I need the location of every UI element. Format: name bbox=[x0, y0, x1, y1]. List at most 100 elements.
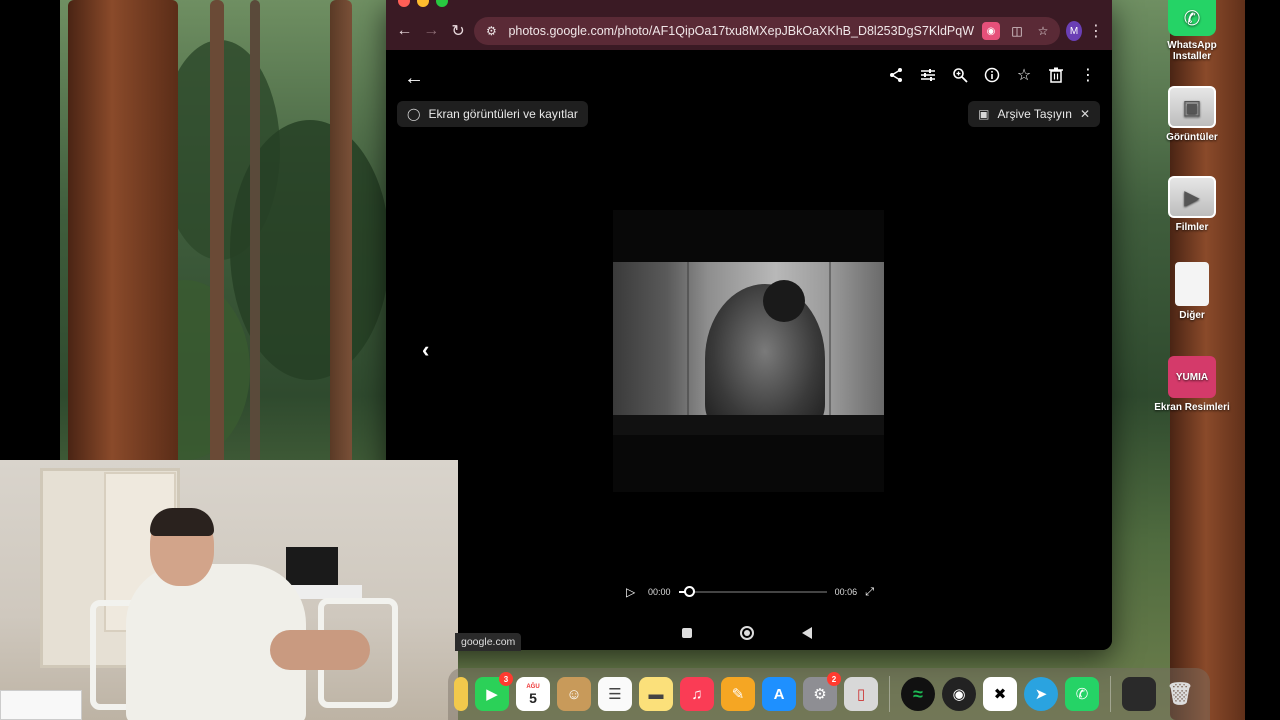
desktop-icon-filmler[interactable]: ▶ Filmler bbox=[1147, 176, 1237, 233]
play-icon[interactable]: ▷ bbox=[626, 585, 640, 599]
dock-separator bbox=[1110, 676, 1111, 712]
spotify-icon: ≈ bbox=[913, 683, 923, 704]
screen-edge-right bbox=[1245, 0, 1280, 720]
site-settings-icon[interactable]: ⚙ bbox=[482, 22, 500, 40]
contacts-icon: ☺ bbox=[566, 685, 582, 703]
dock-system-settings[interactable]: ⚙ 2 bbox=[803, 672, 841, 711]
profile-avatar[interactable]: M bbox=[1066, 21, 1082, 41]
facetime-badge: 3 bbox=[499, 672, 513, 686]
lens-icon[interactable]: ◉ bbox=[982, 22, 1000, 40]
capcut-icon: ✖ bbox=[993, 686, 1007, 703]
dock-reminders[interactable]: ☰ bbox=[598, 677, 632, 711]
tag-icon: ◯ bbox=[407, 107, 421, 121]
app-store-icon: A bbox=[773, 685, 785, 703]
link-status-bar: google.com bbox=[455, 633, 522, 651]
device-nav-bar bbox=[682, 626, 812, 640]
info-icon[interactable] bbox=[982, 64, 1002, 86]
home-icon[interactable] bbox=[740, 626, 754, 640]
desktop-icon-label: WhatsApp Installer bbox=[1167, 40, 1217, 62]
dock-telegram[interactable]: ➤ bbox=[1024, 677, 1058, 711]
desktop-icon-label: Filmler bbox=[1175, 222, 1209, 233]
album-tag-chip[interactable]: ◯ Ekran görüntüleri ve kayıtlar bbox=[397, 101, 588, 127]
back-triangle-icon[interactable] bbox=[802, 627, 812, 639]
photo-viewer: ← ☆ ⋮ ◯ Ekran görüntüleri ve kayıtlar ▣ … bbox=[386, 50, 1112, 650]
obs-icon: ◉ bbox=[952, 686, 966, 703]
back-button[interactable]: ← bbox=[394, 18, 415, 44]
share-icon[interactable] bbox=[886, 64, 906, 86]
phone-icon: ▯ bbox=[856, 686, 866, 703]
seek-bar[interactable] bbox=[678, 586, 827, 597]
previous-photo-icon[interactable]: ‹ bbox=[422, 337, 429, 363]
dock-whatsapp[interactable]: ✆ bbox=[1065, 677, 1099, 711]
tab-strip bbox=[386, 0, 1112, 12]
edit-adjust-icon[interactable] bbox=[918, 64, 938, 86]
back-arrow-icon[interactable]: ← bbox=[402, 66, 426, 90]
forward-button[interactable]: → bbox=[421, 18, 442, 44]
folder-screenshots-icon: YUMIA bbox=[1168, 356, 1216, 398]
current-time: 00:00 bbox=[648, 587, 671, 597]
browser-toolbar: ← → ↻ ⚙ photos.google.com/photo/AF1QipOa… bbox=[386, 12, 1112, 50]
dock-spotify[interactable]: ≈ bbox=[901, 677, 935, 711]
screen-edge-left bbox=[0, 0, 60, 460]
video-player[interactable] bbox=[613, 210, 884, 492]
bookmark-star-icon[interactable]: ☆ bbox=[1034, 22, 1052, 40]
viewer-actions: ☆ ⋮ bbox=[886, 64, 1098, 86]
seek-handle[interactable] bbox=[683, 586, 695, 597]
url-text[interactable]: photos.google.com/photo/AF1QipOa17txu8MX… bbox=[508, 24, 974, 38]
dock-iphone-mirroring[interactable]: ▯ bbox=[844, 677, 878, 711]
stop-icon[interactable] bbox=[682, 628, 692, 638]
fullscreen-exit-icon[interactable]: ⤢ bbox=[865, 586, 874, 599]
browser-menu-icon[interactable]: ⋮ bbox=[1088, 21, 1104, 41]
browser-window: ← → ↻ ⚙ photos.google.com/photo/AF1QipOa… bbox=[386, 0, 1112, 650]
desktop-icon-label: Ekran Resimleri bbox=[1154, 402, 1230, 413]
desktop-icon-diger[interactable]: Diğer bbox=[1147, 262, 1237, 321]
facetime-icon: ▶ bbox=[486, 686, 498, 703]
dock-contacts[interactable]: ☺ bbox=[557, 677, 591, 711]
music-icon: ♫ bbox=[691, 685, 703, 703]
calendar-day: 5 bbox=[529, 689, 537, 706]
dock-capcut[interactable]: ✖ bbox=[983, 677, 1017, 711]
zoom-window-button[interactable] bbox=[436, 0, 448, 7]
folder-movies-icon: ▶ bbox=[1168, 176, 1216, 218]
album-tag-label: Ekran görüntüleri ve kayıtlar bbox=[428, 107, 578, 121]
reminders-icon: ☰ bbox=[608, 686, 622, 703]
dock-app-store[interactable]: A bbox=[762, 677, 796, 711]
dock-downloads-stack[interactable] bbox=[1122, 677, 1156, 711]
folder-photos-icon: ▣ bbox=[1168, 86, 1216, 128]
desktop-icon-whatsapp-installer[interactable]: ✆ WhatsApp Installer bbox=[1147, 0, 1237, 62]
dock-app-partial[interactable] bbox=[454, 677, 468, 711]
favorite-star-icon[interactable]: ☆ bbox=[1014, 64, 1034, 86]
archive-icon: ▣ bbox=[978, 107, 990, 121]
dock-facetime[interactable]: ▶ 3 bbox=[475, 672, 513, 711]
desktop-icon-label: Görüntüler bbox=[1166, 132, 1218, 143]
install-app-icon[interactable]: ◫ bbox=[1008, 22, 1026, 40]
more-options-icon[interactable]: ⋮ bbox=[1078, 64, 1098, 86]
dock-music[interactable]: ♫ bbox=[680, 677, 714, 711]
close-window-button[interactable] bbox=[398, 0, 410, 7]
telegram-icon: ➤ bbox=[1034, 686, 1048, 703]
close-icon[interactable]: ✕ bbox=[1080, 107, 1090, 121]
reload-button[interactable]: ↻ bbox=[448, 18, 469, 44]
dock-pages[interactable]: ✎ bbox=[721, 677, 755, 711]
dock-calendar[interactable]: AĞU 5 bbox=[516, 677, 550, 711]
pencil-icon: ✎ bbox=[731, 686, 745, 703]
dock-notes[interactable]: ▬ bbox=[639, 677, 673, 711]
desktop-icon-goruntuler[interactable]: ▣ Görüntüler bbox=[1147, 86, 1237, 143]
delete-trash-icon[interactable] bbox=[1046, 64, 1066, 86]
gear-icon: ⚙ bbox=[813, 686, 827, 703]
address-bar[interactable]: ⚙ photos.google.com/photo/AF1QipOa17txu8… bbox=[474, 17, 1060, 45]
notes-icon: ▬ bbox=[648, 685, 664, 703]
settings-badge: 2 bbox=[827, 672, 841, 686]
whatsapp-icon: ✆ bbox=[1075, 686, 1089, 703]
zoom-in-icon[interactable] bbox=[950, 64, 970, 86]
archive-label: Arşive Taşıyın bbox=[997, 107, 1072, 121]
video-frame-image bbox=[613, 262, 884, 435]
desktop-icon-ekran-resimleri[interactable]: YUMIA Ekran Resimleri bbox=[1147, 356, 1237, 413]
video-controls: ▷ 00:00 00:06 ⤢ bbox=[626, 582, 874, 602]
document-icon bbox=[1175, 262, 1209, 306]
archive-suggestion-chip[interactable]: ▣ Arşive Taşıyın ✕ bbox=[968, 101, 1100, 127]
dock-trash[interactable]: 🗑 bbox=[1163, 677, 1197, 711]
webcam-overlay bbox=[0, 460, 458, 720]
minimize-window-button[interactable] bbox=[417, 0, 429, 7]
dock-obs[interactable]: ◉ bbox=[942, 677, 976, 711]
